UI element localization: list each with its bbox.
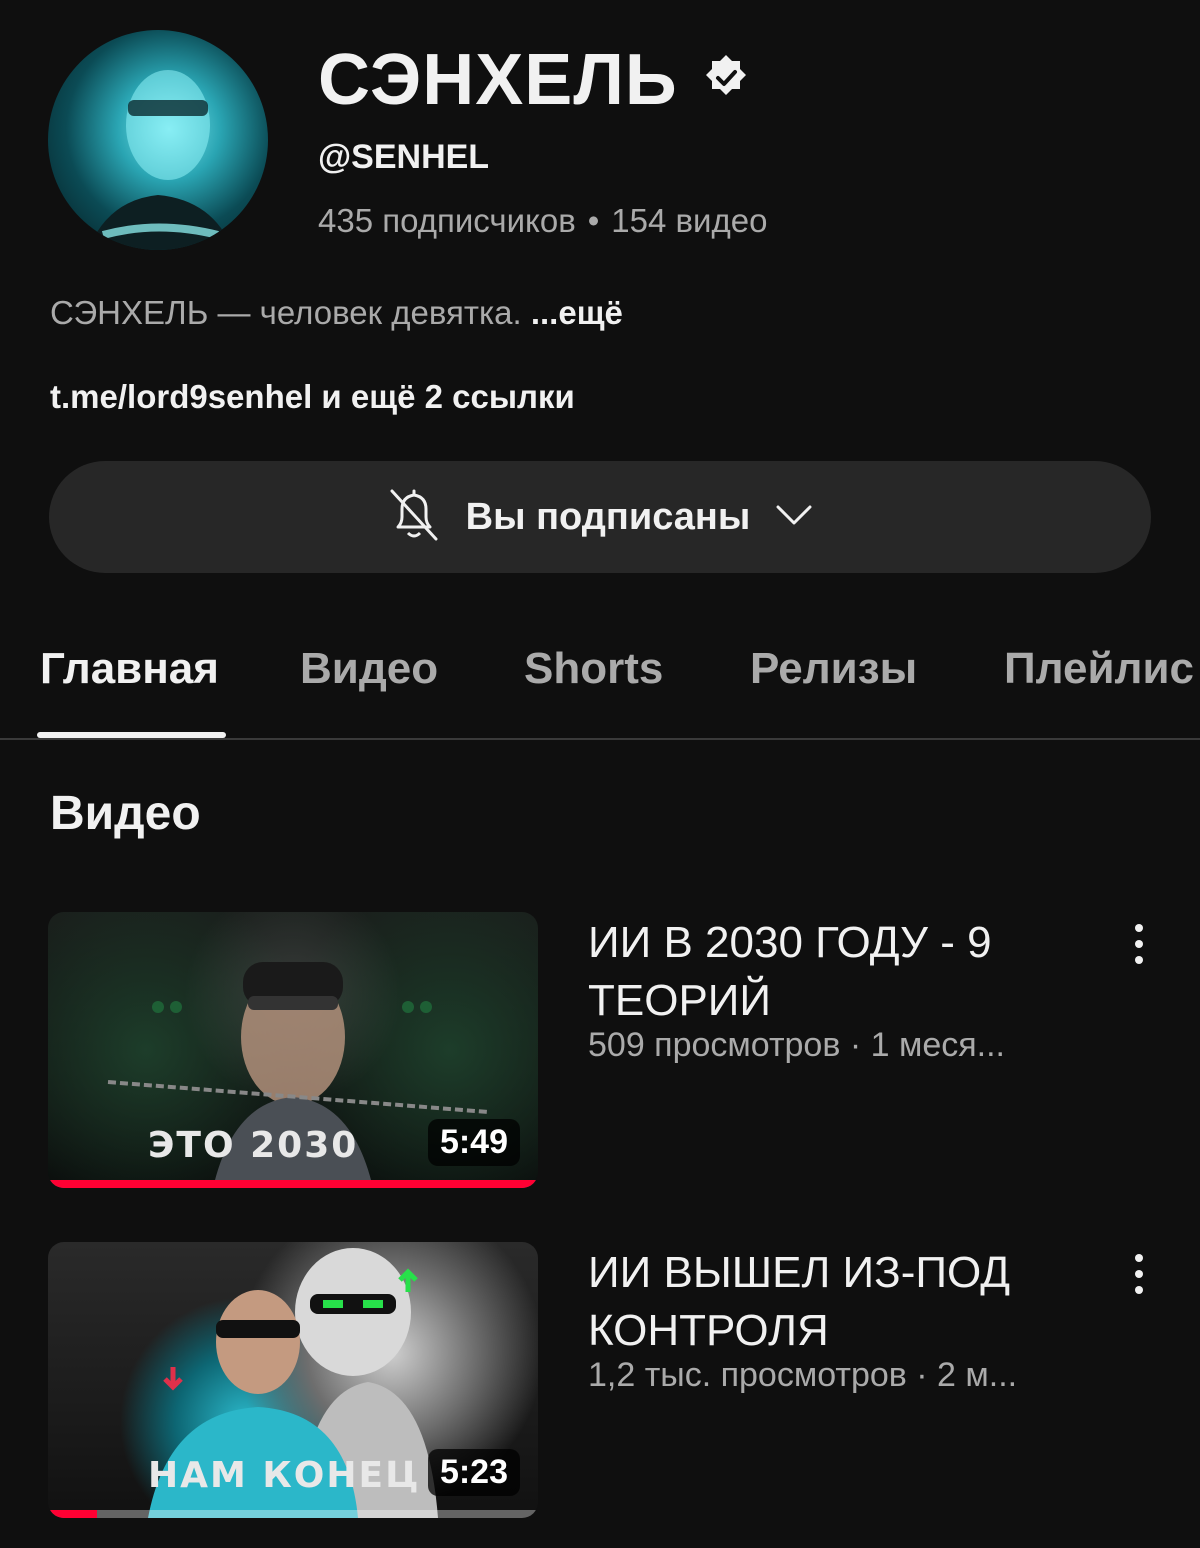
video-thumbnail[interactable]: ЭТО 2030 5:49 xyxy=(48,912,538,1188)
subscriber-count: 435 подписчиков xyxy=(318,202,576,239)
tab-home[interactable]: Главная xyxy=(40,644,219,694)
bell-off-icon xyxy=(386,485,442,550)
subscribed-button[interactable]: Вы подписаны xyxy=(49,461,1151,573)
tab-videos[interactable]: Видео xyxy=(300,644,438,694)
video-item[interactable]: НАМ КОНЕЦ 5:23 ИИ ВЫШЕЛ ИЗ-ПОД КОНТРОЛЯ … xyxy=(0,1242,1200,1522)
video-title[interactable]: ИИ В 2030 ГОДУ - 9 ТЕОРИЙ xyxy=(588,914,1088,1030)
channel-tabs: Главная Видео Shorts Релизы Плейлис xyxy=(0,620,1200,740)
more-options-icon[interactable] xyxy=(1124,918,1154,970)
thumbnail-caption: НАМ КОНЕЦ xyxy=(148,1455,421,1496)
chevron-down-icon xyxy=(774,503,814,532)
section-title: Видео xyxy=(50,787,201,840)
video-duration: 5:23 xyxy=(427,1449,520,1496)
tab-playlists[interactable]: Плейлис xyxy=(1004,644,1194,694)
video-meta: 509 просмотров · 1 меся... xyxy=(588,1026,1005,1064)
tab-shorts[interactable]: Shorts xyxy=(524,644,663,694)
channel-handle: @SENHEL xyxy=(318,138,490,176)
channel-avatar[interactable] xyxy=(48,30,268,250)
tabs-divider xyxy=(0,738,1200,740)
subscribed-label: Вы подписаны xyxy=(465,495,751,538)
thumbnail-caption: ЭТО 2030 xyxy=(148,1125,359,1166)
watch-progress xyxy=(48,1180,538,1188)
stats-separator: • xyxy=(587,202,600,239)
video-thumbnail[interactable]: НАМ КОНЕЦ 5:23 xyxy=(48,1242,538,1518)
channel-links[interactable]: t.me/lord9senhel и ещё 2 ссылки xyxy=(50,378,575,416)
channel-name: СЭНХЕЛЬ xyxy=(318,40,678,120)
channel-description[interactable]: СЭНХЕЛЬ — человек девятка. ...ещё xyxy=(50,294,623,332)
watch-progress-track xyxy=(48,1510,538,1518)
watch-progress xyxy=(48,1510,97,1518)
video-count: 154 видео xyxy=(611,202,768,239)
video-meta: 1,2 тыс. просмотров · 2 м... xyxy=(588,1356,1018,1394)
video-duration: 5:49 xyxy=(427,1119,520,1166)
video-item[interactable]: ЭТО 2030 5:49 ИИ В 2030 ГОДУ - 9 ТЕОРИЙ … xyxy=(0,912,1200,1192)
tab-releases[interactable]: Релизы xyxy=(750,644,917,694)
more-options-icon[interactable] xyxy=(1124,1248,1154,1300)
description-text: СЭНХЕЛЬ — человек девятка. xyxy=(50,294,522,331)
verified-icon xyxy=(700,52,752,104)
channel-stats: 435 подписчиков • 154 видео xyxy=(318,202,767,240)
more-link[interactable]: ...ещё xyxy=(531,294,623,331)
video-title[interactable]: ИИ ВЫШЕЛ ИЗ-ПОД КОНТРОЛЯ xyxy=(588,1244,1088,1360)
